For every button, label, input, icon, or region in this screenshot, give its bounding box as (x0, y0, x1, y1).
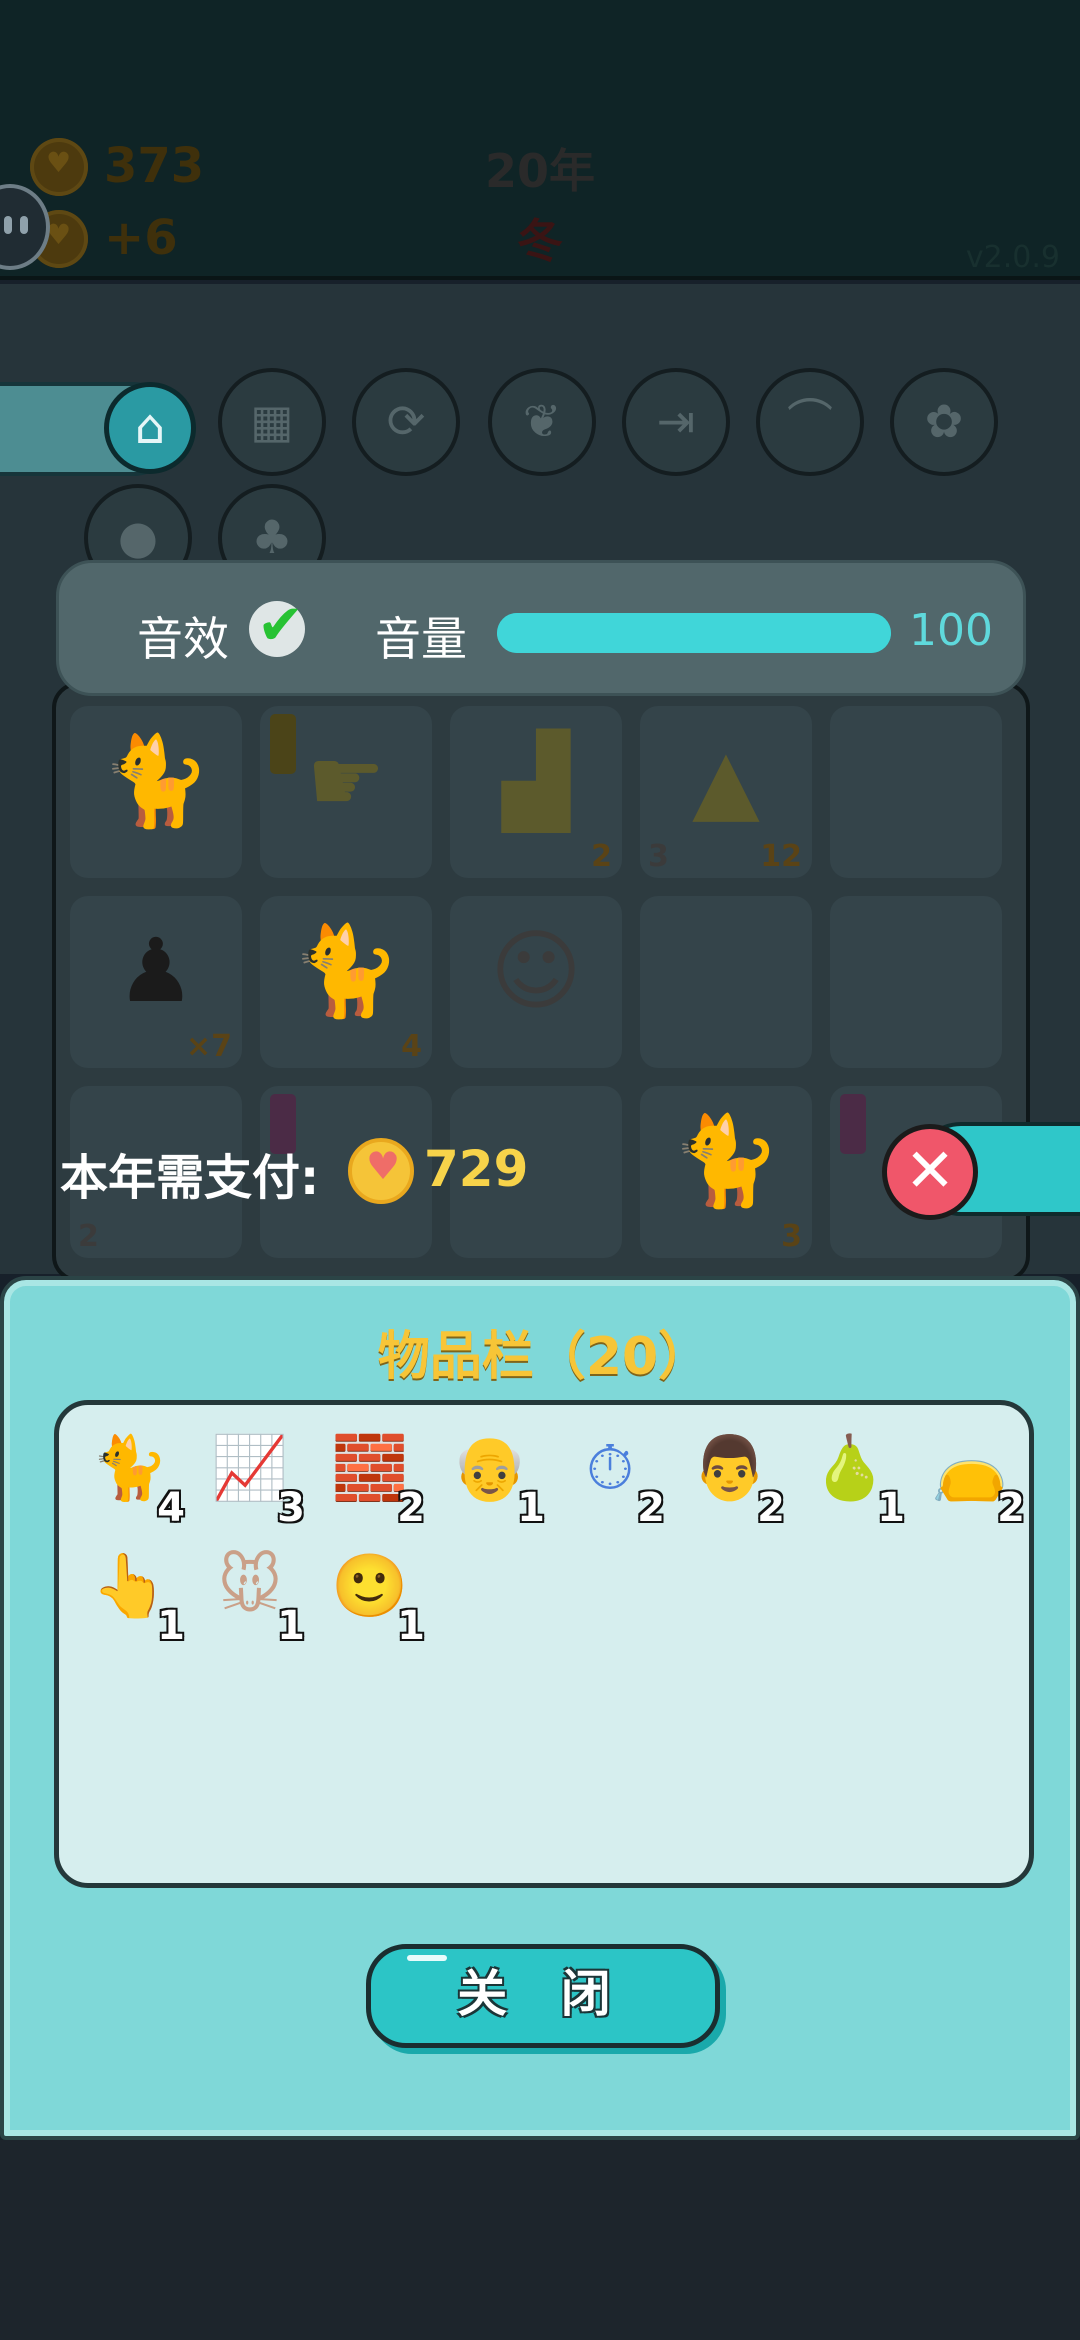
inventory-item[interactable]: 🐭 1 (199, 1539, 309, 1649)
board-cell[interactable]: 🐈 4 (260, 896, 432, 1068)
item-count: 4 (157, 1485, 185, 1531)
cat-icon: 🐈 (671, 1109, 781, 1212)
item-count: 2 (397, 1485, 425, 1531)
inventory-item[interactable]: 👆 1 (79, 1539, 189, 1649)
bottom-area (0, 2140, 1080, 2340)
inventory-item[interactable]: 🧱 2 (319, 1421, 429, 1531)
man-face-icon: ☺ (490, 919, 582, 1022)
board-cell[interactable] (830, 896, 1002, 1068)
income-value: +6 (104, 210, 178, 266)
item-count: 1 (277, 1603, 305, 1649)
inventory-title: 物品栏（20） (377, 1327, 711, 1387)
board-cell[interactable] (640, 896, 812, 1068)
home-icon[interactable]: ⌂ (104, 382, 196, 474)
board-cell[interactable]: ♟ ×7 (70, 896, 242, 1068)
cell-count: 3 (781, 1219, 802, 1254)
heart-coin-icon (348, 1138, 414, 1204)
inventory-grid: 🐈 4 📈 3 🧱 2 👴 1 ⏱ 2 👨 2 🍐 1 👝 2 👆 1 🐭 1 🙂 1 (54, 1400, 1034, 1888)
top-header: 373 +6 20年 冬 v2.0.9 (0, 0, 1080, 280)
board-cell[interactable]: ▲ 3 12 (640, 706, 812, 878)
inventory-item[interactable]: 🐈 4 (79, 1421, 189, 1531)
sugar-cubes-icon[interactable]: ▦ (218, 368, 326, 476)
board-cell[interactable] (830, 706, 1002, 878)
cell-count: ×7 (185, 1029, 232, 1064)
item-count: 1 (517, 1485, 545, 1531)
volume-value: 100 (909, 605, 993, 656)
item-count: 1 (877, 1485, 905, 1531)
close-x-icon[interactable]: ✕ (882, 1124, 978, 1220)
gold-bars-icon: ▲ (692, 729, 760, 832)
inventory-item[interactable]: 👝 2 (919, 1421, 1029, 1531)
volume-label: 音量 (375, 612, 467, 666)
tag-badge (270, 714, 296, 774)
leaf-icon[interactable]: ❦ (488, 368, 596, 476)
item-count: 3 (277, 1485, 305, 1531)
cat-icon: 🐈 (291, 919, 401, 1022)
board-cell[interactable]: 🐈 3 (640, 1086, 812, 1258)
inventory-item[interactable]: 🍐 1 (799, 1421, 909, 1531)
annual-payment-label: 本年需支付: (60, 1150, 320, 1206)
volume-slider-fill (497, 613, 891, 653)
cell-count: 12 (760, 839, 802, 874)
cell-count-left: 3 (648, 839, 669, 874)
tag-badge (840, 1094, 866, 1154)
board-cell[interactable]: 🐈 (70, 706, 242, 878)
volume-slider[interactable] (497, 613, 891, 653)
coin-count: 373 (104, 138, 205, 194)
inventory-item[interactable]: 👨 2 (679, 1421, 789, 1531)
sunflower-cat-icon[interactable]: ✿ (890, 368, 998, 476)
annual-payment-amount: 729 (424, 1140, 529, 1198)
inventory-item[interactable]: ⏱ 2 (559, 1421, 669, 1531)
garbage-bag-icon: ♟ (116, 919, 196, 1022)
skip-icon[interactable]: ⇥ (622, 368, 730, 476)
inventory-panel: 物品栏（20） 🐈 4 📈 3 🧱 2 👴 1 ⏱ 2 👨 2 🍐 1 👝 2 👆 1 🐭 1 🙂 1 关 闭 (0, 1276, 1080, 2140)
item-count: 1 (397, 1603, 425, 1649)
board-cell[interactable]: ▟ 2 (450, 706, 622, 878)
settings-bar: 音效 音量 100 (56, 560, 1026, 696)
year-label: 20年 (484, 144, 595, 198)
board-cell[interactable]: ☺ (450, 896, 622, 1068)
inventory-item[interactable]: 🙂 1 (319, 1539, 429, 1649)
item-count: 2 (637, 1485, 665, 1531)
season-label: 冬 (517, 214, 563, 268)
growth-chart-icon: ▟ (502, 729, 570, 832)
inventory-item[interactable]: 👴 1 (439, 1421, 549, 1531)
cell-count-left: 2 (78, 1219, 99, 1254)
inventory-item[interactable]: 📈 3 (199, 1421, 309, 1531)
coin-icon (30, 138, 88, 196)
refresh-icon[interactable]: ⟳ (352, 368, 460, 476)
item-count: 1 (157, 1603, 185, 1649)
basket-icon[interactable]: ⌒ (756, 368, 864, 476)
item-count: 2 (997, 1485, 1025, 1531)
sound-effect-label: 音效 (137, 612, 229, 666)
cat-icon: 🐈 (101, 729, 211, 832)
cell-count: 2 (591, 839, 612, 874)
sound-checkbox[interactable] (249, 593, 305, 658)
version-label: v2.0.9 (965, 240, 1060, 275)
item-count: 2 (757, 1485, 785, 1531)
cell-count: 4 (401, 1029, 422, 1064)
close-button[interactable]: 关 闭 (366, 1944, 720, 2048)
